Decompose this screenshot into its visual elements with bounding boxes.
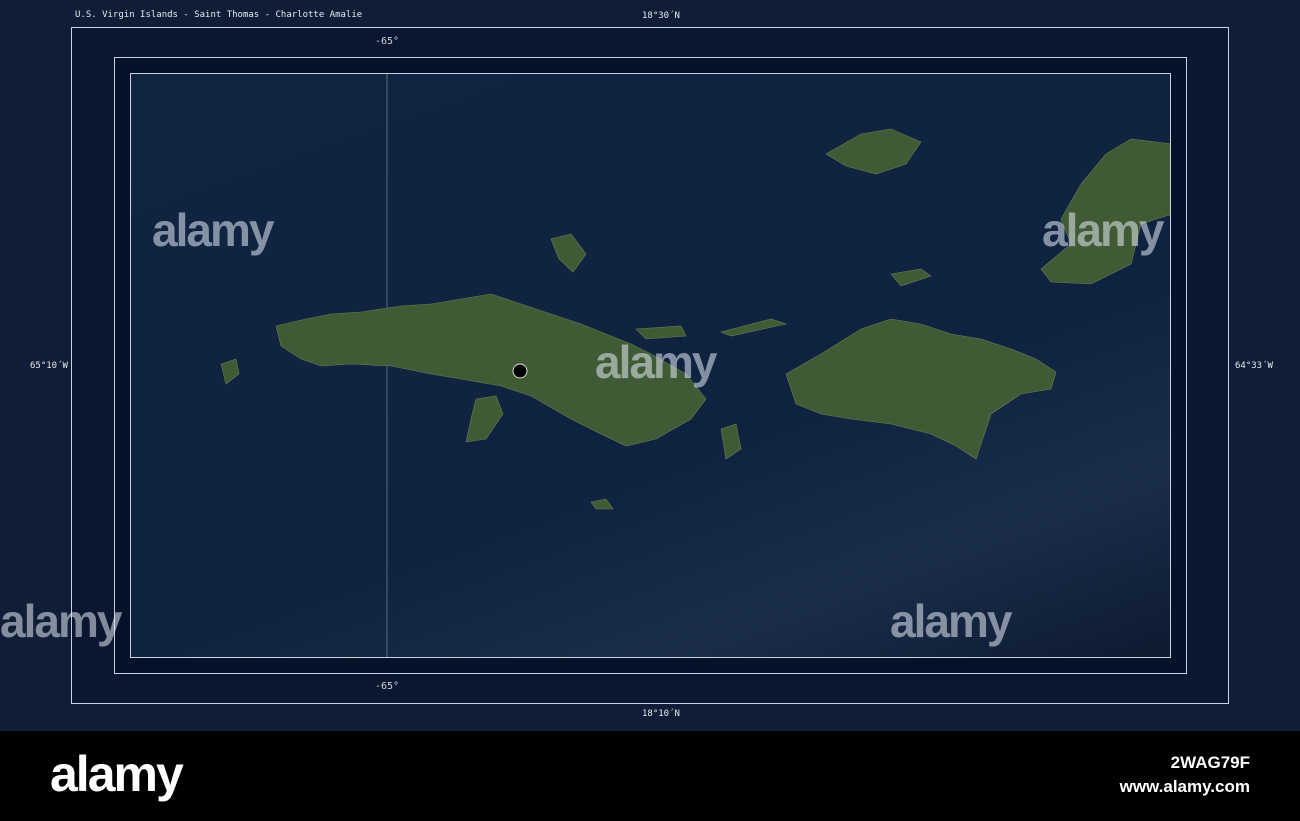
island-little-thatch [890,268,932,287]
island-water-island [465,395,504,443]
lat-top-label: 18°30´N [642,11,680,21]
lat-bottom-label: 18°10´N [642,709,680,719]
watermark-logo: alamy [595,336,717,388]
watermark-logo: alamy [152,204,274,256]
map-area: U.S. Virgin Islands - Saint Thomas - Cha… [0,0,1300,731]
image-id: 2WAG79F [1170,753,1250,772]
meridian-bottom-label: -65° [375,681,400,692]
city-marker [512,363,528,379]
watermark-logo: alamy [1042,204,1164,256]
island-hans-lollik [550,233,587,273]
footer-url: www.alamy.com [1119,777,1250,796]
island-jost-van-dyke [825,128,922,175]
island-west-cay [220,358,240,385]
island-east-cays [720,318,788,337]
footer-logo: alamy [50,746,184,802]
island-greater-st-james [720,423,742,460]
map-title: U.S. Virgin Islands - Saint Thomas - Cha… [75,10,363,20]
lon-right-label: 64°33´W [1235,361,1273,371]
watermark-logo: alamy [0,595,122,647]
island-buck [590,498,614,510]
meridian-top-label: -65° [375,36,400,47]
lon-left-label: 65°10´W [30,361,68,371]
footer-bar: alamy 2WAG79F www.alamy.com [0,731,1300,821]
watermark-logo: alamy [890,595,1012,647]
island-saint-john [785,318,1057,460]
